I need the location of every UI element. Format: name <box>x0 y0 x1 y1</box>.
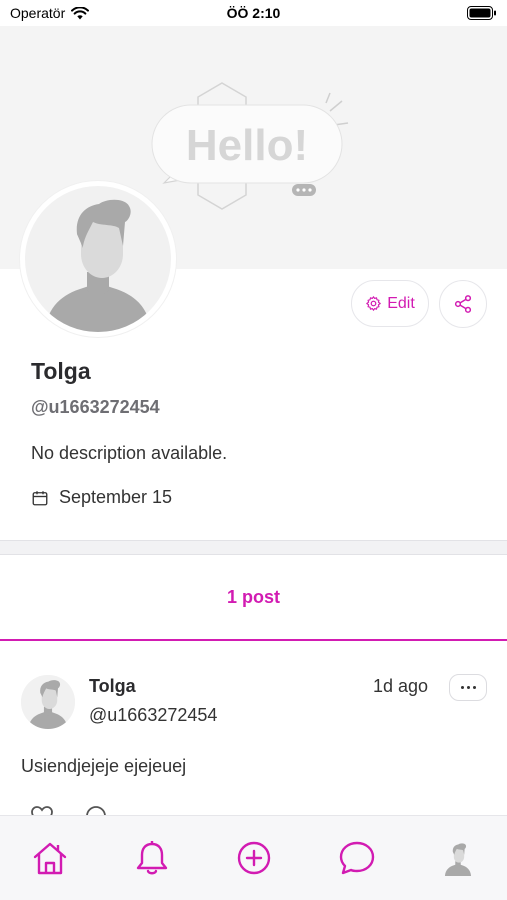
post-author-handle: @u1663272454 <box>89 705 218 725</box>
section-divider <box>0 540 507 555</box>
edit-label: Edit <box>387 294 415 312</box>
profile-description: No description available. <box>31 443 228 463</box>
gear-icon <box>366 296 381 311</box>
nav-notifications[interactable] <box>132 838 172 878</box>
hello-text: Hello! <box>186 121 308 170</box>
joined-date: September 15 <box>31 487 172 508</box>
tab-posts-label: 1 post <box>226 587 280 607</box>
status-bar: Operatör ÖÖ 2:10 <box>0 0 507 26</box>
tab-posts[interactable]: 1 post <box>0 556 507 641</box>
battery-icon <box>467 6 497 25</box>
calendar-icon <box>32 490 48 505</box>
nav-messages[interactable] <box>337 838 377 878</box>
post-author-name[interactable]: Tolga <box>89 676 136 697</box>
bell-icon <box>136 841 168 875</box>
nav-profile[interactable] <box>438 838 478 878</box>
edit-profile-button[interactable]: Edit <box>351 280 429 327</box>
nav-create-post[interactable] <box>234 838 274 878</box>
person-silhouette-icon <box>21 675 75 729</box>
bottom-nav <box>0 815 507 900</box>
chat-bubble-icon <box>339 841 375 875</box>
post-text: Usiendjejeje ejejeuej <box>21 756 187 776</box>
joined-date-label: September 15 <box>59 487 173 507</box>
post-timestamp: 1d ago <box>373 676 429 696</box>
profile-name: Tolga <box>31 358 91 384</box>
profile-avatar[interactable] <box>20 181 176 337</box>
plus-circle-icon <box>237 841 271 875</box>
nav-home[interactable] <box>30 838 70 878</box>
share-icon <box>454 295 472 313</box>
profile-avatar-icon <box>444 843 472 876</box>
status-time: ÖÖ 2:10 <box>226 5 281 21</box>
profile-handle: @u1663272454 <box>31 397 160 417</box>
share-button[interactable] <box>439 280 487 328</box>
home-icon <box>33 842 67 875</box>
person-silhouette-icon <box>25 186 171 332</box>
post-author-avatar[interactable] <box>21 675 75 729</box>
more-icon[interactable] <box>449 674 487 701</box>
hello-illustration: Hello! <box>151 82 349 210</box>
